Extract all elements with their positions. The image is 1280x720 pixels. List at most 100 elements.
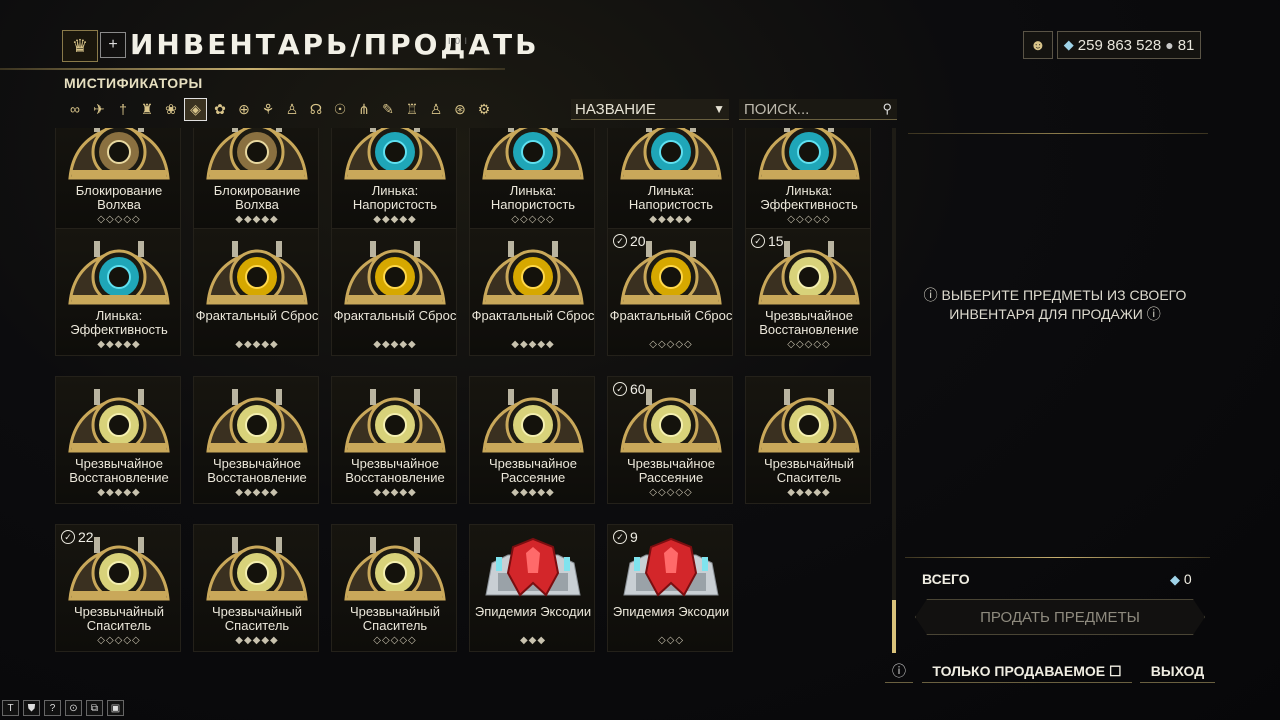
item-card[interactable]: Фрактальный Сброс ◆◆◆◆◆ bbox=[331, 228, 457, 356]
item-name: Эпидемия Эксодии bbox=[474, 604, 592, 619]
item-rank: ◇◇◇◇◇ bbox=[787, 214, 831, 225]
filter-icon[interactable]: ☊ bbox=[305, 98, 327, 120]
item-art-icon bbox=[202, 128, 312, 184]
item-card[interactable]: Линька: Напористость ◆◆◆◆◆ bbox=[607, 128, 733, 231]
item-card[interactable]: Чрезвычайное Рассеяние ◆◆◆◆◆ bbox=[469, 376, 595, 504]
item-rank: ◇◇◇◇◇ bbox=[511, 214, 555, 225]
item-rank: ◇◇◇◇◇ bbox=[787, 339, 831, 350]
filter-icon[interactable]: ⊛ bbox=[449, 98, 471, 120]
item-card[interactable]: ✓ 15 Чрезвычайное Восстановление ◇◇◇◇◇ bbox=[745, 228, 871, 356]
credits-icon: ● bbox=[1165, 37, 1174, 53]
toolbar-button[interactable]: T bbox=[2, 700, 19, 716]
item-rank: ◇◇◇◇◇ bbox=[649, 487, 693, 498]
sort-dropdown[interactable]: НАЗВАНИЕ ▼ bbox=[571, 99, 729, 120]
filter-icon[interactable]: ♖ bbox=[401, 98, 423, 120]
filter-icon[interactable]: † bbox=[112, 98, 134, 120]
filter-icon[interactable]: ✎ bbox=[377, 98, 399, 120]
info-icon[interactable]: ⓘ bbox=[885, 660, 913, 683]
item-art-icon bbox=[340, 237, 450, 309]
toolbar-button[interactable]: ⊙ bbox=[65, 700, 82, 716]
item-name: Чрезвычайное Рассеяние bbox=[627, 456, 715, 485]
category-label: МИСТИФИКАТОРЫ bbox=[64, 75, 203, 91]
filter-icon[interactable]: ✿ bbox=[209, 98, 231, 120]
filter-icon[interactable]: ✈ bbox=[88, 98, 110, 120]
item-card[interactable]: Блокирование Волхва ◇◇◇◇◇ bbox=[55, 128, 181, 231]
scrollbar-track[interactable] bbox=[892, 128, 896, 653]
item-card[interactable]: Линька: Напористость ◇◇◇◇◇ bbox=[469, 128, 595, 231]
item-count: ✓ 60 bbox=[613, 381, 646, 397]
item-name: Чрезвычайное Рассеяние bbox=[489, 456, 577, 485]
item-name: Чрезвычайное Восстановление bbox=[69, 456, 169, 485]
item-name: Эпидемия Эксодии bbox=[612, 604, 730, 619]
filter-icon[interactable]: ⋔ bbox=[353, 98, 375, 120]
friends-icon[interactable]: ☻ bbox=[1023, 31, 1053, 59]
sell-items-button[interactable]: ПРОДАТЬ ПРЕДМЕТЫ bbox=[915, 599, 1205, 635]
item-card[interactable]: Линька: Напористость ◆◆◆◆◆ bbox=[331, 128, 457, 231]
item-rank: ◆◆◆◆◆ bbox=[649, 214, 693, 225]
item-name: Фрактальный Сброс bbox=[333, 308, 457, 323]
item-card[interactable]: ✓ 9 Эпидемия Эксодии ◇◇◇ bbox=[607, 524, 733, 652]
exit-button[interactable]: ВЫХОД bbox=[1140, 660, 1215, 683]
item-art-icon bbox=[340, 533, 450, 605]
item-rank: ◇◇◇◇◇ bbox=[649, 339, 693, 350]
item-card[interactable]: Чрезвычайный Спаситель ◇◇◇◇◇ bbox=[331, 524, 457, 652]
item-art-icon bbox=[64, 385, 174, 457]
chevron-down-icon: ▼ bbox=[713, 102, 725, 116]
item-card[interactable]: Чрезвычайный Спаситель ◆◆◆◆◆ bbox=[745, 376, 871, 504]
item-card[interactable]: Линька: Эффективность ◇◇◇◇◇ bbox=[745, 128, 871, 231]
filter-icon[interactable]: ⊕ bbox=[233, 98, 255, 120]
item-card[interactable]: ✓ 60 Чрезвычайное Рассеяние ◇◇◇◇◇ bbox=[607, 376, 733, 504]
title-suffix: I 0 I bbox=[448, 36, 469, 46]
item-art-icon bbox=[478, 385, 588, 457]
item-rank: ◆◆◆◆◆ bbox=[235, 339, 279, 350]
item-card[interactable]: Чрезвычайное Восстановление ◆◆◆◆◆ bbox=[331, 376, 457, 504]
item-name: Линька: Напористость bbox=[628, 183, 714, 212]
item-card[interactable]: Чрезвычайный Спаситель ◆◆◆◆◆ bbox=[193, 524, 319, 652]
filter-icon[interactable]: ♙ bbox=[281, 98, 303, 120]
filter-icon[interactable]: ∞ bbox=[64, 98, 86, 120]
item-art-icon bbox=[202, 533, 312, 605]
item-name: Чрезвычайный Спаситель bbox=[349, 604, 441, 633]
filter-icon[interactable]: ♙ bbox=[425, 98, 447, 120]
filter-icon[interactable]: ❀ bbox=[160, 98, 182, 120]
item-card[interactable]: Линька: Эффективность ◆◆◆◆◆ bbox=[55, 228, 181, 356]
filter-icon[interactable]: ⚘ bbox=[257, 98, 279, 120]
filter-icon[interactable]: ⚙ bbox=[473, 98, 495, 120]
search-input[interactable]: ПОИСК... ⚲ bbox=[739, 99, 897, 120]
toolbar-button[interactable]: ⧉ bbox=[86, 700, 103, 716]
toolbar-button[interactable]: ? bbox=[44, 700, 61, 716]
item-art-icon bbox=[202, 385, 312, 457]
scrollbar-thumb[interactable] bbox=[892, 600, 896, 653]
toolbar-button[interactable]: ⛊ bbox=[23, 700, 40, 716]
item-name: Чрезвычайный Спаситель bbox=[763, 456, 855, 485]
toolbar-button[interactable]: ▣ bbox=[107, 700, 124, 716]
item-card[interactable]: Фрактальный Сброс ◆◆◆◆◆ bbox=[193, 228, 319, 356]
only-sellable-toggle[interactable]: ТОЛЬКО ПРОДАВАЕМОЕ ☐ bbox=[922, 660, 1132, 683]
item-name: Фрактальный Сброс bbox=[609, 308, 733, 323]
item-rank: ◆◆◆◆◆ bbox=[97, 339, 141, 350]
filter-icon[interactable]: ☉ bbox=[329, 98, 351, 120]
page-title: ИНВЕНТАРЬ/ПРОДАТЬ bbox=[130, 28, 540, 61]
category-filters: ∞ ✈ † ♜ ❀ ◈ ✿ ⊕ ⚘ ♙ ☊ ☉ ⋔ ✎ ♖ ♙ ⊛ ⚙ bbox=[64, 98, 495, 121]
total-value: ◆ 0 bbox=[1170, 571, 1192, 588]
item-card[interactable]: ✓ 22 Чрезвычайный Спаситель ◇◇◇◇◇ bbox=[55, 524, 181, 652]
total-label: ВСЕГО bbox=[922, 571, 970, 587]
filter-icon[interactable]: ◈ bbox=[184, 98, 207, 121]
item-card[interactable]: Чрезвычайное Восстановление ◆◆◆◆◆ bbox=[193, 376, 319, 504]
item-art-icon bbox=[202, 237, 312, 309]
filter-icon[interactable]: ♜ bbox=[136, 98, 158, 120]
item-card[interactable]: Блокирование Волхва ◆◆◆◆◆ bbox=[193, 128, 319, 231]
search-icon: ⚲ bbox=[882, 101, 892, 116]
item-rank: ◆◆◆◆◆ bbox=[235, 214, 279, 225]
platinum-icon: ◆ bbox=[1170, 572, 1180, 587]
item-art-icon bbox=[616, 128, 726, 184]
currency-box: ◆ 259 863 528 ● 81 bbox=[1056, 31, 1202, 59]
item-card[interactable]: Чрезвычайное Восстановление ◆◆◆◆◆ bbox=[55, 376, 181, 504]
item-grid: Блокирование Волхва ◇◇◇◇◇ Блокирование Во… bbox=[50, 128, 880, 658]
item-card[interactable]: Фрактальный Сброс ◆◆◆◆◆ bbox=[469, 228, 595, 356]
item-rank: ◆◆◆◆◆ bbox=[373, 214, 417, 225]
add-button[interactable]: + bbox=[100, 32, 126, 58]
item-card[interactable]: Эпидемия Эксодии ◆◆◆ bbox=[469, 524, 595, 652]
item-card[interactable]: ✓ 20 Фрактальный Сброс ◇◇◇◇◇ bbox=[607, 228, 733, 356]
check-icon: ✓ bbox=[613, 234, 627, 248]
